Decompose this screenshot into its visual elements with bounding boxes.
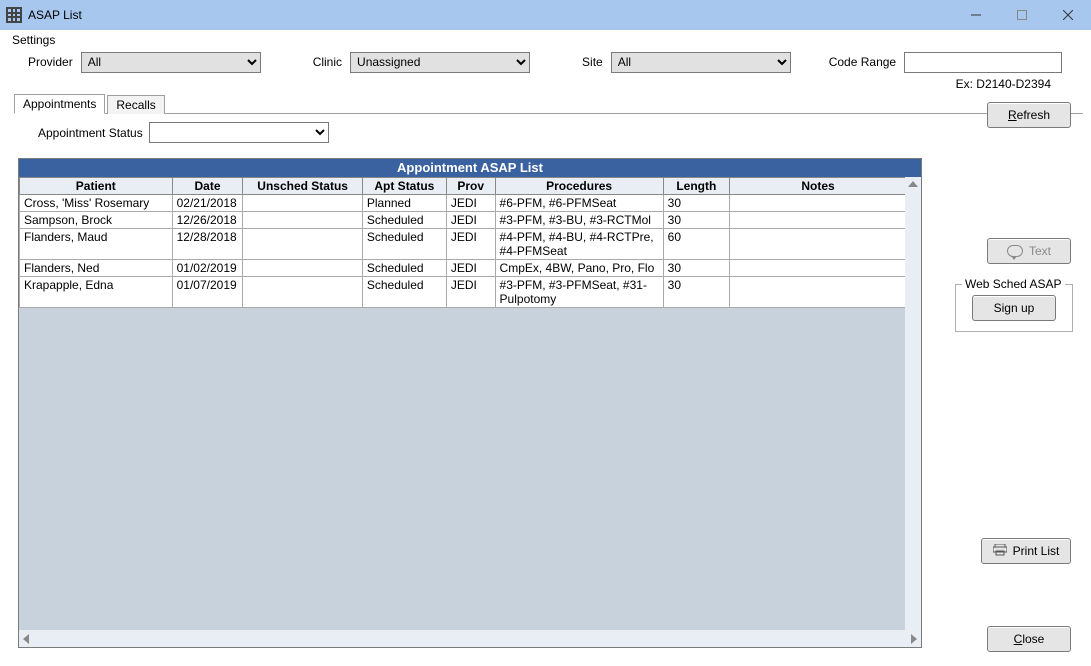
cell-length[interactable]: 30 bbox=[663, 212, 729, 229]
tab-recalls[interactable]: Recalls bbox=[107, 95, 164, 114]
cell-date[interactable]: 02/21/2018 bbox=[172, 195, 243, 212]
signup-button[interactable]: Sign up bbox=[972, 295, 1056, 321]
cell-prov[interactable]: JEDI bbox=[446, 195, 495, 212]
cell-date[interactable]: 12/28/2018 bbox=[172, 229, 243, 260]
web-sched-asap-group: Web Sched ASAP Sign up bbox=[955, 284, 1073, 332]
tab-appointments[interactable]: Appointments bbox=[14, 94, 105, 114]
vertical-scrollbar[interactable] bbox=[905, 177, 921, 631]
cell-notes[interactable] bbox=[730, 212, 907, 229]
site-select[interactable]: All bbox=[611, 52, 791, 73]
asap-grid: Appointment ASAP List Patient Date Unsch… bbox=[18, 158, 922, 648]
print-list-label: Print List bbox=[1013, 544, 1060, 558]
table-row[interactable]: Flanders, Ned01/02/2019 ScheduledJEDICmpE… bbox=[20, 260, 907, 277]
cell-notes[interactable] bbox=[730, 195, 907, 212]
table-row[interactable]: Sampson, Brock12/26/2018 ScheduledJEDI#3-… bbox=[20, 212, 907, 229]
provider-label: Provider bbox=[28, 55, 73, 69]
clinic-select[interactable]: Unassigned bbox=[350, 52, 530, 73]
close-button[interactable] bbox=[1045, 0, 1091, 30]
apt-status-row: Appointment Status bbox=[38, 122, 1091, 143]
cell-aptstat[interactable]: Scheduled bbox=[362, 277, 446, 308]
apt-status-label: Appointment Status bbox=[38, 126, 143, 140]
cell-unsched[interactable] bbox=[243, 260, 362, 277]
table-row[interactable]: Flanders, Maud12/28/2018 ScheduledJEDI#4-… bbox=[20, 229, 907, 260]
scroll-right-icon bbox=[911, 634, 917, 644]
cell-unsched[interactable] bbox=[243, 195, 362, 212]
cell-proc[interactable]: CmpEx, 4BW, Pano, Pro, Flo bbox=[495, 260, 663, 277]
cell-unsched[interactable] bbox=[243, 277, 362, 308]
cell-aptstat[interactable]: Planned bbox=[362, 195, 446, 212]
web-sched-legend: Web Sched ASAP bbox=[962, 277, 1065, 291]
grid-title: Appointment ASAP List bbox=[19, 159, 921, 177]
cell-date[interactable]: 01/07/2019 bbox=[172, 277, 243, 308]
cell-aptstat[interactable]: Scheduled bbox=[362, 260, 446, 277]
cell-proc[interactable]: #3-PFM, #3-PFMSeat, #31-Pulpotomy bbox=[495, 277, 663, 308]
cell-length[interactable]: 60 bbox=[663, 229, 729, 260]
coderange-example: Ex: D2140-D2394 bbox=[956, 77, 1051, 91]
cell-aptstat[interactable]: Scheduled bbox=[362, 229, 446, 260]
cell-aptstat[interactable]: Scheduled bbox=[362, 212, 446, 229]
cell-prov[interactable]: JEDI bbox=[446, 229, 495, 260]
cell-prov[interactable]: JEDI bbox=[446, 260, 495, 277]
cell-length[interactable]: 30 bbox=[663, 195, 729, 212]
minimize-button[interactable] bbox=[953, 0, 999, 30]
filter-row: Provider All Clinic Unassigned Site All … bbox=[0, 50, 1091, 76]
window-title: ASAP List bbox=[28, 8, 82, 22]
coderange-input[interactable] bbox=[904, 52, 1062, 73]
cell-notes[interactable] bbox=[730, 229, 907, 260]
menu-settings[interactable]: Settings bbox=[6, 31, 61, 49]
maximize-button[interactable] bbox=[999, 0, 1045, 30]
refresh-button[interactable]: Refresh bbox=[987, 102, 1071, 128]
th-prov[interactable]: Prov bbox=[446, 178, 495, 195]
cell-date[interactable]: 12/26/2018 bbox=[172, 212, 243, 229]
apt-status-select[interactable] bbox=[149, 122, 329, 143]
cell-proc[interactable]: #6-PFM, #6-PFMSeat bbox=[495, 195, 663, 212]
th-unsched[interactable]: Unsched Status bbox=[243, 178, 362, 195]
th-patient[interactable]: Patient bbox=[20, 178, 173, 195]
cell-unsched[interactable] bbox=[243, 212, 362, 229]
text-button-label: Text bbox=[1029, 244, 1051, 258]
th-notes[interactable]: Notes bbox=[730, 178, 907, 195]
close-dialog-button[interactable]: Close bbox=[987, 626, 1071, 652]
coderange-label: Code Range bbox=[829, 55, 896, 69]
provider-select[interactable]: All bbox=[81, 52, 261, 73]
horizontal-scrollbar[interactable] bbox=[19, 630, 921, 647]
cell-patient[interactable]: Cross, 'Miss' Rosemary bbox=[20, 195, 173, 212]
site-label: Site bbox=[582, 55, 603, 69]
cell-proc[interactable]: #4-PFM, #4-BU, #4-RCTPre, #4-PFMSeat bbox=[495, 229, 663, 260]
cell-length[interactable]: 30 bbox=[663, 260, 729, 277]
menubar: Settings bbox=[0, 30, 1091, 50]
cell-proc[interactable]: #3-PFM, #3-BU, #3-RCTMol bbox=[495, 212, 663, 229]
cell-patient[interactable]: Flanders, Maud bbox=[20, 229, 173, 260]
signup-button-label: Sign up bbox=[994, 301, 1035, 315]
th-aptstat[interactable]: Apt Status bbox=[362, 178, 446, 195]
th-proc[interactable]: Procedures bbox=[495, 178, 663, 195]
titlebar: ASAP List bbox=[0, 0, 1091, 30]
cell-prov[interactable]: JEDI bbox=[446, 212, 495, 229]
cell-notes[interactable] bbox=[730, 260, 907, 277]
cell-patient[interactable]: Flanders, Ned bbox=[20, 260, 173, 277]
cell-prov[interactable]: JEDI bbox=[446, 277, 495, 308]
text-button[interactable]: Text bbox=[987, 238, 1071, 264]
cell-patient[interactable]: Sampson, Brock bbox=[20, 212, 173, 229]
table-row[interactable]: Cross, 'Miss' Rosemary02/21/2018 PlannedJ… bbox=[20, 195, 907, 212]
scroll-left-icon bbox=[23, 634, 29, 644]
print-list-button[interactable]: Print List bbox=[981, 538, 1071, 564]
right-pane: Refresh Text Web Sched ASAP Sign up Prin… bbox=[941, 94, 1071, 654]
th-date[interactable]: Date bbox=[172, 178, 243, 195]
clinic-label: Clinic bbox=[313, 55, 342, 69]
th-length[interactable]: Length bbox=[663, 178, 729, 195]
cell-date[interactable]: 01/02/2019 bbox=[172, 260, 243, 277]
app-icon bbox=[6, 7, 22, 23]
cell-notes[interactable] bbox=[730, 277, 907, 308]
cell-patient[interactable]: Krapapple, Edna bbox=[20, 277, 173, 308]
tab-strip: Appointments Recalls bbox=[14, 94, 1083, 114]
speech-icon bbox=[1007, 245, 1023, 257]
printer-icon bbox=[993, 544, 1007, 559]
asap-table[interactable]: Patient Date Unsched Status Apt Status P… bbox=[19, 177, 907, 308]
table-row[interactable]: Krapapple, Edna01/07/2019 ScheduledJEDI#3… bbox=[20, 277, 907, 308]
cell-length[interactable]: 30 bbox=[663, 277, 729, 308]
cell-unsched[interactable] bbox=[243, 229, 362, 260]
